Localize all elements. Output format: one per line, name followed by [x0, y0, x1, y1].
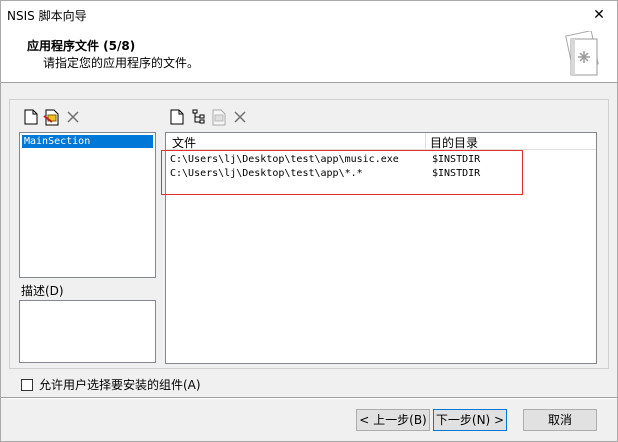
- description-label: 描述(D): [21, 284, 64, 298]
- next-button[interactable]: 下一步(N) >: [433, 409, 507, 431]
- window-title: NSIS 脚本向导: [7, 9, 87, 23]
- sections-list[interactable]: MainSection: [19, 132, 156, 278]
- files-list-header: 文件 目的目录: [166, 133, 596, 151]
- edit-section-icon[interactable]: [42, 107, 62, 127]
- allow-component-select-checkbox[interactable]: 允许用户选择要安装的组件(A): [21, 376, 201, 393]
- checkbox-box[interactable]: [21, 378, 33, 391]
- column-separator[interactable]: [425, 133, 426, 150]
- delete-section-icon[interactable]: [63, 107, 83, 127]
- files-toolbar: [167, 107, 251, 129]
- column-header-file[interactable]: 文件: [172, 134, 196, 151]
- page-subtitle: 请指定您的应用程序的文件。: [43, 56, 200, 70]
- edit-file-icon[interactable]: [209, 107, 229, 127]
- close-icon[interactable]: ✕: [589, 5, 609, 25]
- column-header-destination[interactable]: 目的目录: [430, 134, 478, 151]
- files-header-icon: [565, 31, 599, 76]
- page-title: 应用程序文件 (5/8): [27, 39, 136, 53]
- footer-divider: [1, 397, 617, 399]
- wizard-window: NSIS 脚本向导 ✕ 应用程序文件 (5/8) 请指定您的应用程序的文件。 M…: [0, 0, 618, 442]
- add-directory-tree-icon[interactable]: [188, 107, 208, 127]
- wizard-header: 应用程序文件 (5/8) 请指定您的应用程序的文件。: [1, 29, 617, 83]
- section-item-mainsection[interactable]: MainSection: [22, 135, 153, 148]
- sections-toolbar: [21, 107, 84, 129]
- cancel-button[interactable]: 取消: [523, 409, 597, 431]
- delete-file-icon[interactable]: [230, 107, 250, 127]
- back-button[interactable]: < 上一步(B): [356, 409, 430, 431]
- add-file-icon[interactable]: [167, 107, 187, 127]
- title-bar: NSIS 脚本向导 ✕: [1, 1, 617, 29]
- annotation-highlight-box: [161, 150, 523, 195]
- description-box: [19, 300, 156, 363]
- new-section-icon[interactable]: [21, 107, 41, 127]
- checkbox-label: 允许用户选择要安装的组件(A): [39, 378, 201, 392]
